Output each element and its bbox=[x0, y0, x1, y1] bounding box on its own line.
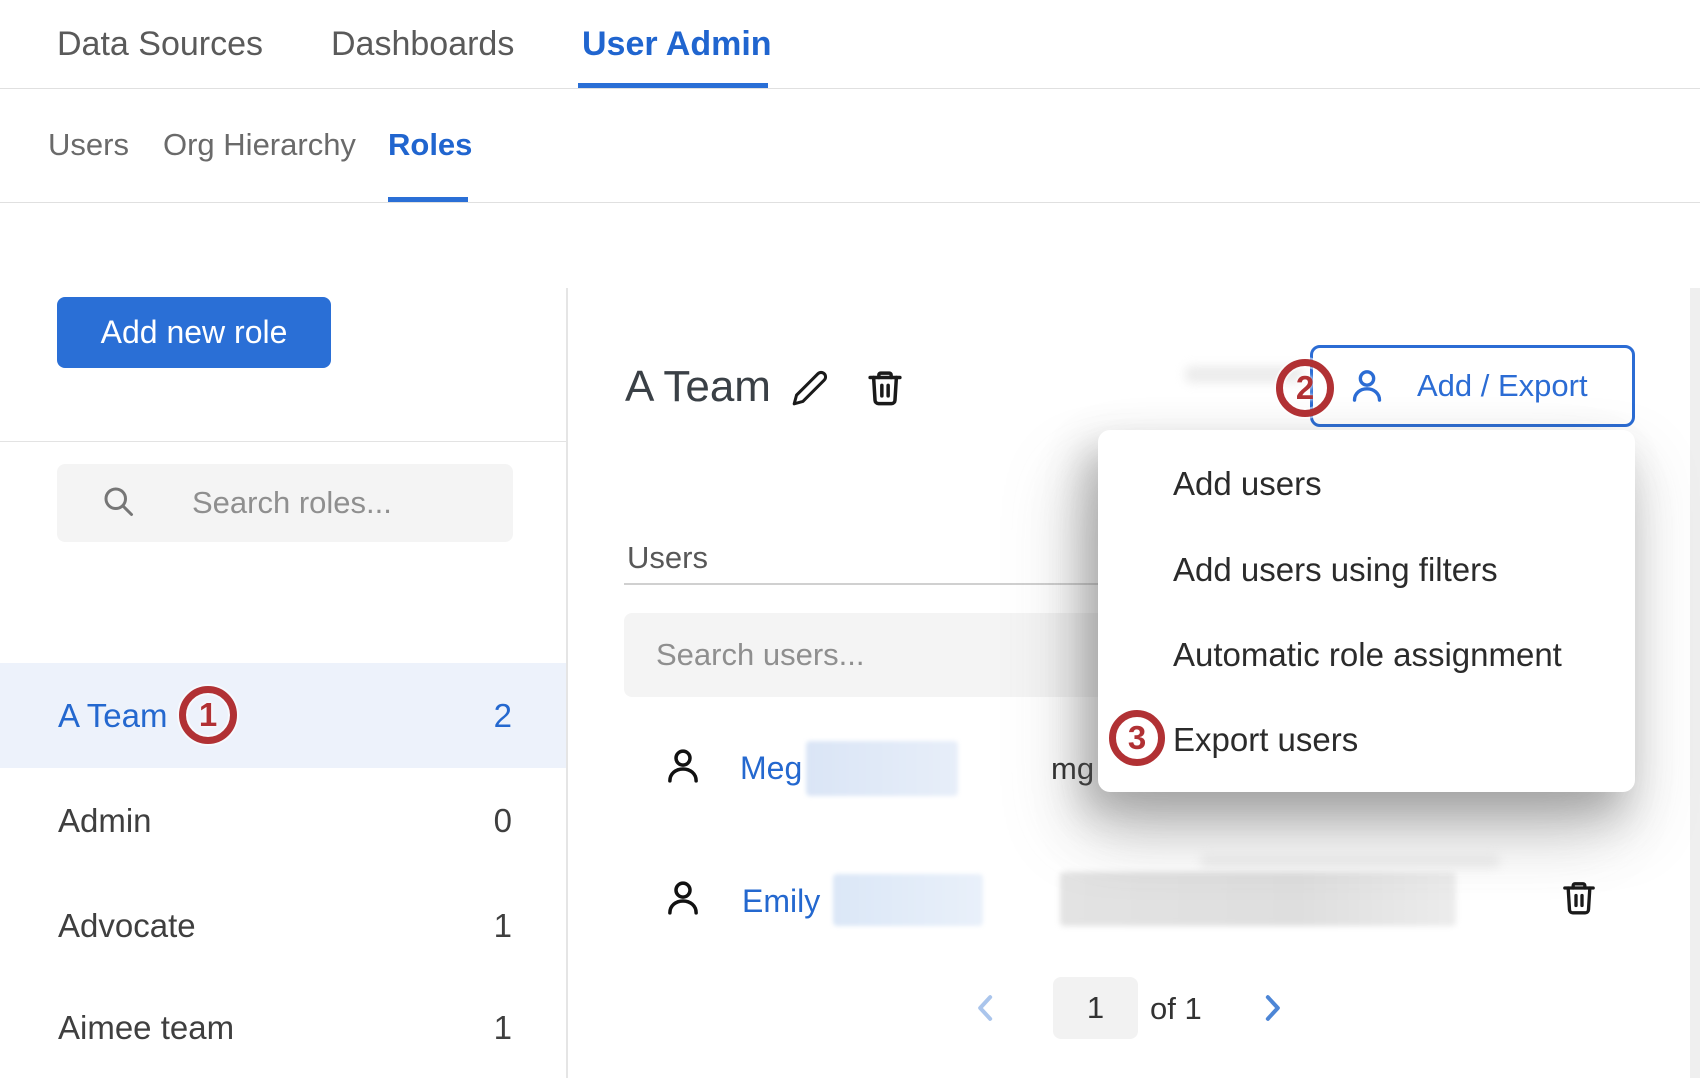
add-export-menu: Add users Add users using filters Automa… bbox=[1098, 430, 1635, 792]
trash-icon bbox=[1559, 878, 1599, 918]
redacted-email bbox=[1060, 872, 1456, 926]
redacted-blur bbox=[1200, 855, 1500, 868]
scrollbar-track[interactable] bbox=[1690, 288, 1700, 1078]
role-title: A Team bbox=[625, 362, 771, 412]
role-row-admin[interactable]: Admin 0 bbox=[0, 768, 567, 873]
annotation-step-1: 1 bbox=[179, 686, 237, 744]
edit-role-button[interactable] bbox=[791, 369, 829, 407]
annotation-step-3: 3 bbox=[1109, 710, 1165, 766]
tab-dashboards[interactable]: Dashboards bbox=[331, 0, 514, 88]
remove-user-button[interactable] bbox=[1559, 878, 1599, 918]
user-link-meg[interactable]: Meg bbox=[740, 750, 802, 787]
role-name: Admin bbox=[58, 802, 152, 840]
trash-icon bbox=[864, 367, 906, 409]
chevron-left-icon bbox=[966, 988, 1006, 1028]
annotation-step-2: 2 bbox=[1276, 359, 1334, 417]
user-icon bbox=[1347, 366, 1387, 406]
sub-nav-divider bbox=[0, 202, 1700, 203]
role-row-aimee-team[interactable]: Aimee team 1 bbox=[0, 978, 567, 1078]
tab-org-hierarchy[interactable]: Org Hierarchy bbox=[163, 88, 356, 202]
pencil-icon bbox=[791, 369, 829, 407]
pagination-of-label: of 1 bbox=[1150, 991, 1202, 1027]
add-new-role-button[interactable]: Add new role bbox=[57, 297, 331, 368]
user-icon bbox=[662, 877, 704, 924]
menu-item-add-users[interactable]: Add users bbox=[1173, 464, 1322, 504]
search-users-placeholder: Search users... bbox=[656, 637, 864, 673]
tab-data-sources[interactable]: Data Sources bbox=[57, 0, 263, 88]
role-name: Aimee team bbox=[58, 1009, 234, 1047]
redacted-name bbox=[806, 741, 958, 796]
add-export-label: Add / Export bbox=[1417, 368, 1588, 404]
user-email-fragment: mg bbox=[1051, 751, 1094, 787]
tab-roles[interactable]: Roles bbox=[388, 88, 472, 202]
user-link-emily[interactable]: Emily bbox=[742, 883, 820, 920]
role-count: 2 bbox=[494, 697, 512, 735]
menu-item-export-users[interactable]: Export users bbox=[1173, 720, 1358, 760]
delete-role-button[interactable] bbox=[864, 367, 906, 409]
users-section-header: Users bbox=[627, 540, 708, 576]
role-count: 1 bbox=[494, 1009, 512, 1047]
pagination-page-field[interactable]: 1 bbox=[1053, 977, 1138, 1039]
role-name: A Team bbox=[58, 697, 167, 735]
panel-divider bbox=[566, 288, 568, 1078]
add-export-button[interactable]: Add / Export bbox=[1310, 345, 1635, 427]
redacted-name bbox=[833, 874, 983, 926]
menu-item-automatic-role-assignment[interactable]: Automatic role assignment bbox=[1173, 635, 1562, 675]
role-count: 1 bbox=[494, 907, 512, 945]
role-count: 0 bbox=[494, 802, 512, 840]
role-row-advocate[interactable]: Advocate 1 bbox=[0, 873, 567, 978]
chevron-right-icon bbox=[1252, 988, 1292, 1028]
pagination-next-button[interactable] bbox=[1252, 988, 1292, 1033]
user-icon bbox=[662, 745, 704, 792]
search-icon bbox=[100, 483, 136, 524]
role-name: Advocate bbox=[58, 907, 196, 945]
search-roles-input[interactable]: Search roles... bbox=[57, 464, 513, 542]
pagination-prev-button[interactable] bbox=[966, 988, 1006, 1033]
sidebar-divider bbox=[0, 441, 567, 442]
tab-users[interactable]: Users bbox=[48, 88, 129, 202]
search-roles-placeholder: Search roles... bbox=[192, 485, 392, 521]
role-row-a-team[interactable]: A Team 2 bbox=[0, 663, 567, 768]
tab-user-admin[interactable]: User Admin bbox=[582, 0, 772, 88]
menu-item-add-users-using-filters[interactable]: Add users using filters bbox=[1173, 550, 1498, 590]
